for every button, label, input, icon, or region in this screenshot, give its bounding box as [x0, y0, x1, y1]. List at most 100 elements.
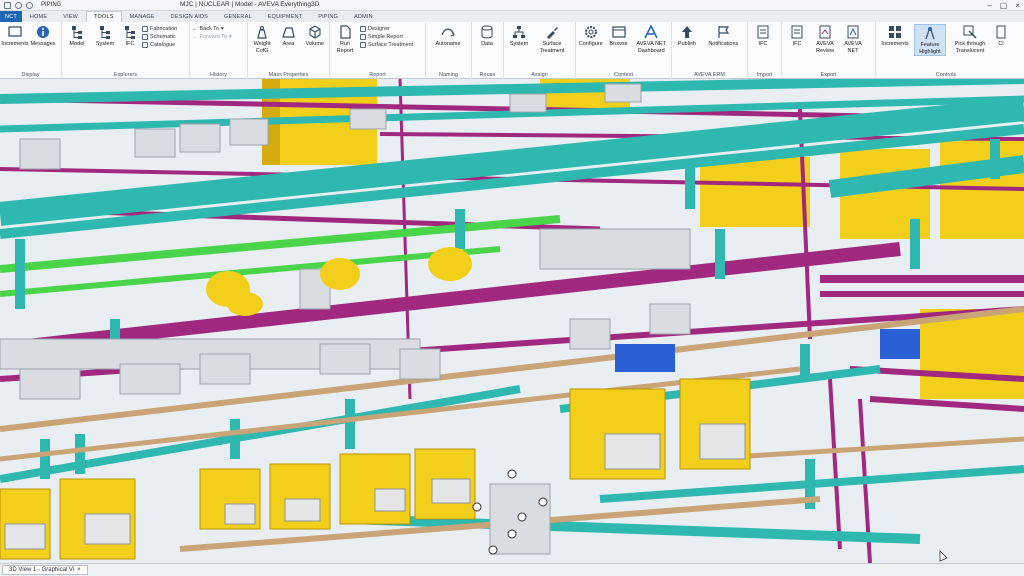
autoname-icon [441, 25, 455, 39]
messages-button[interactable]: Messages [30, 24, 56, 48]
group-naming: Autoname Naming [426, 22, 472, 79]
tab-view[interactable]: VIEW [55, 11, 86, 22]
close-view-icon[interactable]: × [77, 567, 81, 573]
tab-project[interactable]: NCT [0, 11, 22, 22]
group-display: Increments Messages Display [0, 22, 62, 79]
aveva-net-icon [846, 25, 860, 39]
fabrication-icon [142, 26, 148, 32]
notifications-button[interactable]: Notifications [702, 24, 745, 48]
forward-to-button[interactable]: → Forward To ▾ [192, 34, 232, 40]
import-ifc-button[interactable]: IFC [750, 24, 776, 48]
export-ifc-button[interactable]: IFC [784, 24, 810, 48]
fabrication-button[interactable]: Fabrication [142, 26, 177, 32]
configure-button[interactable]: Configure [578, 24, 604, 48]
report-small-list: Designer Simple Report Surface Treatment [360, 24, 413, 48]
simple-report-button[interactable]: Simple Report [360, 34, 413, 40]
gear-icon [584, 25, 598, 39]
import-ifc-icon [756, 25, 770, 39]
view-tab-3d-view-1[interactable]: 3D View 1 - Graphical Vi × [2, 565, 88, 575]
undo-icon[interactable] [15, 1, 22, 9]
tab-equipment[interactable]: EQUIPMENT [260, 11, 311, 22]
increments-grid-icon [888, 25, 902, 39]
designer-icon [360, 26, 366, 32]
ribbon: Increments Messages Display Model System… [0, 22, 1024, 79]
window-title: MJC | NUCLEAR | Model - AVEVA Everything… [180, 1, 320, 8]
history-small-list: ← Back To ▾ → Forward To ▾ [192, 24, 232, 40]
module-selector[interactable]: PIPING [41, 2, 61, 8]
system-explorer-button[interactable]: System [92, 24, 118, 48]
data-button[interactable]: Data [474, 24, 500, 48]
designer-button[interactable]: Designer [360, 26, 413, 32]
simple-report-icon [360, 34, 366, 40]
system-tree-icon [98, 25, 112, 39]
info-icon [36, 25, 50, 39]
group-reuse: Data Reuse [472, 22, 504, 79]
ifc-explorer-button[interactable]: IFC [120, 24, 140, 48]
schematic-icon [142, 34, 148, 40]
tab-manage[interactable]: MANAGE [122, 11, 163, 22]
tab-design-aids[interactable]: DESIGN AIDS [163, 11, 216, 22]
3d-model-viewport[interactable] [0, 79, 1024, 563]
quick-access-toolbar: PIPING [0, 1, 61, 9]
forward-arrow-icon: → [192, 34, 198, 40]
clip-button[interactable]: Cl [994, 24, 1008, 48]
assign-system-button[interactable]: System [506, 24, 532, 48]
group-history: ← Back To ▾ → Forward To ▾ History [190, 22, 248, 79]
minimize-icon[interactable]: – [987, 1, 991, 10]
assign-surface-treatment-button[interactable]: Surface Treatment [534, 24, 570, 54]
tab-home[interactable]: HOME [22, 11, 55, 22]
increments-button[interactable]: Increments [1, 24, 29, 48]
group-explorers: Model System IFC Fabrication Schematic C… [62, 22, 190, 79]
surface-treatment-report-button[interactable]: Surface Treatment [360, 42, 413, 48]
feature-highlight-button[interactable]: Feature Highlight [914, 24, 946, 56]
close-icon[interactable]: × [1015, 1, 1020, 10]
paint-brush-icon [545, 25, 559, 39]
schematic-button[interactable]: Schematic [142, 34, 177, 40]
browse-button[interactable]: Browse [606, 24, 632, 48]
catalogue-icon [142, 42, 148, 48]
increments-icon [8, 25, 22, 39]
controls-increments-button[interactable]: Increments [878, 24, 912, 48]
tab-piping[interactable]: PIPING [310, 11, 346, 22]
redo-icon[interactable] [26, 1, 33, 9]
flag-icon [716, 25, 730, 39]
aveva-net-dashboard-button[interactable]: AVEVA NET Dashboard [633, 24, 669, 54]
group-mass-properties: Weight CofG Area Volume Mass Properties [248, 22, 330, 79]
run-report-button[interactable]: Run Report [332, 24, 358, 54]
plant-model-render[interactable] [0, 79, 1024, 563]
save-icon[interactable] [4, 1, 11, 9]
upload-arrow-icon [680, 25, 694, 39]
autoname-button[interactable]: Autoname [428, 24, 468, 48]
group-export: IFC AVEVA Review AVEVA NET Export [782, 22, 876, 79]
tab-tools[interactable]: TOOLS [86, 11, 122, 22]
weight-icon [255, 25, 269, 39]
export-ifc-icon [790, 25, 804, 39]
aveva-logo-icon [644, 25, 658, 39]
model-explorer-button[interactable]: Model [64, 24, 90, 48]
group-context: Configure Browse AVEVA NET Dashboard Con… [576, 22, 672, 79]
publish-button[interactable]: Publish [674, 24, 700, 48]
group-controls: Increments Feature Highlight Pick throug… [876, 22, 1016, 79]
tab-general[interactable]: GENERAL [216, 11, 260, 22]
aveva-review-button[interactable]: AVEVA Review [812, 24, 838, 54]
volume-button[interactable]: Volume [303, 24, 327, 48]
tab-admin[interactable]: ADMIN [346, 11, 381, 22]
browse-icon [611, 25, 626, 39]
database-icon [480, 25, 494, 39]
area-button[interactable]: Area [276, 24, 300, 48]
ribbon-tabs: NCT HOME VIEW TOOLS MANAGE DESIGN AIDS G… [0, 11, 1024, 22]
group-assign: System Surface Treatment Assign [504, 22, 576, 79]
back-arrow-icon: ← [192, 26, 198, 32]
back-to-button[interactable]: ← Back To ▾ [192, 26, 232, 32]
group-aveva-erm: Publish Notifications AVEVA ERM [672, 22, 748, 79]
weight-cofg-button[interactable]: Weight CofG [250, 24, 274, 54]
aveva-net-export-button[interactable]: AVEVA NET [840, 24, 866, 54]
maximize-icon[interactable]: ▢ [1000, 1, 1008, 10]
explorers-small-list: Fabrication Schematic Catalogue [142, 24, 177, 48]
review-icon [818, 25, 832, 39]
pick-through-translucent-button[interactable]: Pick through Translucent [948, 24, 992, 54]
feature-highlight-icon [923, 26, 937, 40]
group-report: Run Report Designer Simple Report Surfac… [330, 22, 426, 79]
status-bar: 3D View 1 - Graphical Vi × [0, 563, 1024, 576]
catalogue-button[interactable]: Catalogue [142, 42, 177, 48]
